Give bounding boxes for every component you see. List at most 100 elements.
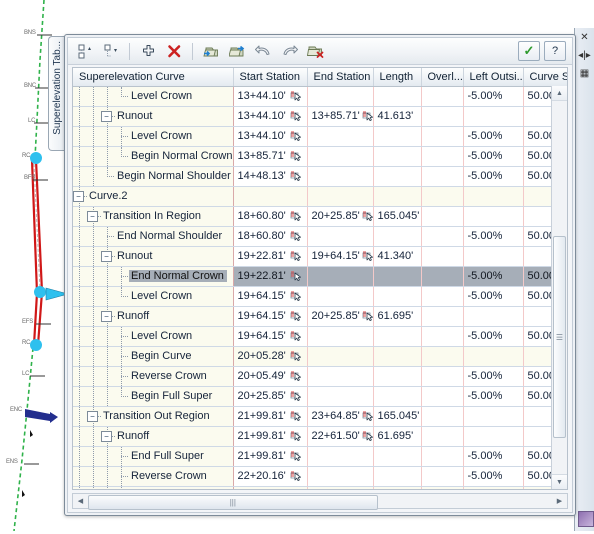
cell-curve-name[interactable]: Begin Normal Shoulder [73, 166, 234, 187]
scroll-up-icon[interactable]: ▲ [552, 86, 567, 101]
station-pick-icon[interactable] [290, 230, 303, 242]
station-pick-icon[interactable] [290, 430, 303, 442]
table-row[interactable]: End Normal Crown 19+22.81' -5.00% 50.000 [73, 266, 567, 287]
cell-length[interactable] [373, 166, 422, 187]
cell-overlap[interactable] [421, 306, 464, 327]
cell-curve-name[interactable]: Reverse Crown [73, 366, 234, 387]
cell-left-outside[interactable] [463, 486, 524, 489]
cell-overlap[interactable] [421, 286, 464, 307]
cell-start-station[interactable]: 21+99.81' [233, 406, 308, 427]
restore-icon[interactable]: ▦ [576, 65, 594, 82]
cell-end-station[interactable]: 20+25.85' [307, 206, 374, 227]
cell-length[interactable] [373, 346, 422, 367]
cell-length[interactable] [373, 366, 422, 387]
undo-button[interactable] [250, 39, 276, 63]
cell-end-station[interactable] [307, 486, 374, 489]
cell-start-station[interactable]: 19+64.15' [233, 286, 308, 307]
cell-start-station[interactable]: 22+20.16' [233, 466, 308, 487]
station-pick-icon[interactable] [290, 410, 303, 422]
tree-expander-icon[interactable]: − [101, 310, 112, 322]
cell-length[interactable]: 61.695' [373, 306, 422, 327]
cell-left-outside[interactable] [463, 246, 524, 267]
station-pick-icon[interactable] [290, 390, 303, 402]
cell-length[interactable]: 165.045' [373, 406, 422, 427]
panorama-thumbnail-icon[interactable] [578, 511, 594, 527]
superelevation-grid[interactable]: Superelevation Curve Start Station End S… [72, 67, 568, 490]
cell-left-outside[interactable]: -5.00% [463, 166, 524, 187]
cell-curve-name[interactable]: − Curve.2 [73, 186, 234, 207]
station-pick-icon[interactable] [290, 150, 303, 162]
apply-button[interactable]: ✓ [518, 41, 540, 61]
station-pick-icon[interactable] [290, 450, 303, 462]
cell-overlap[interactable] [421, 346, 464, 367]
panorama-dock-strip[interactable]: ✕ ◂|▸ ▦ Panorama [556, 28, 594, 531]
station-pick-icon[interactable] [290, 250, 303, 262]
cell-left-outside[interactable] [463, 426, 524, 447]
cell-overlap[interactable] [421, 366, 464, 387]
station-pick-icon[interactable] [362, 430, 372, 442]
cell-length[interactable] [373, 126, 422, 147]
cell-curve-name[interactable]: Reverse Crown [73, 466, 234, 487]
cell-start-station[interactable]: 14+48.13' [233, 166, 308, 187]
table-row[interactable]: − Curve.2 [73, 186, 567, 207]
cell-length[interactable] [373, 386, 422, 407]
cell-overlap[interactable] [421, 426, 464, 447]
vscroll-thumb[interactable]: ☰ [553, 236, 566, 438]
table-row[interactable]: End Full Super 21+99.81' -5.00% 50.000 [73, 446, 567, 467]
cell-start-station[interactable]: 22+20.37' [233, 486, 308, 489]
cell-left-outside[interactable] [463, 406, 524, 427]
station-pick-icon[interactable] [290, 90, 303, 102]
cell-overlap[interactable] [421, 386, 464, 407]
grid-horizontal-scrollbar[interactable]: ◀ ||| ▶ [72, 493, 568, 510]
tree-expander-icon[interactable]: − [101, 250, 112, 262]
cell-overlap[interactable] [421, 206, 464, 227]
table-row[interactable]: Begin Normal Shoulder 14+48.13' -5.00% 50.0… [73, 166, 567, 187]
cell-start-station[interactable]: 13+44.10' [233, 126, 308, 147]
cell-overlap[interactable] [421, 86, 464, 107]
station-pick-icon[interactable] [290, 330, 303, 342]
cell-length[interactable]: 41.613' [373, 106, 422, 127]
cell-overlap[interactable] [421, 166, 464, 187]
cell-length[interactable]: 41.340' [373, 246, 422, 267]
cell-end-station[interactable] [307, 126, 374, 147]
tree-expander-icon[interactable]: − [101, 110, 112, 122]
table-row[interactable]: Begin Normal Crown 13+85.71' -5.00% 50.000 [73, 146, 567, 167]
cell-overlap[interactable] [421, 266, 464, 287]
station-pick-icon[interactable] [290, 310, 303, 322]
cell-start-station[interactable]: 13+44.10' [233, 106, 308, 127]
station-pick-icon[interactable] [290, 470, 303, 482]
auto-hide-icon[interactable]: ◂|▸ [576, 47, 594, 64]
cell-start-station[interactable]: 19+22.81' [233, 266, 308, 287]
cell-overlap[interactable] [421, 126, 464, 147]
help-button[interactable]: ? [544, 41, 566, 61]
cell-curve-name[interactable]: End Curve [73, 486, 234, 489]
hscroll-thumb[interactable]: ||| [88, 494, 378, 510]
cell-start-station[interactable]: 19+64.15' [233, 326, 308, 347]
import-data-button[interactable] [198, 39, 224, 63]
col-header-overlap[interactable]: Overl... [421, 68, 464, 87]
cell-left-outside[interactable] [463, 346, 524, 367]
table-row[interactable]: Level Crown 19+64.15' -5.00% 50.000 [73, 286, 567, 307]
cell-end-station[interactable]: 22+61.50' [307, 426, 374, 447]
delete-curve-button[interactable] [161, 39, 187, 63]
cell-overlap[interactable] [421, 406, 464, 427]
table-row[interactable]: Reverse Crown 22+20.16' -5.00% 50.000 [73, 466, 567, 487]
cell-curve-name[interactable]: Level Crown [73, 126, 234, 147]
col-header-length[interactable]: Length [373, 68, 422, 87]
cell-end-station[interactable] [307, 86, 374, 107]
cell-left-outside[interactable]: -5.00% [463, 326, 524, 347]
cell-start-station[interactable]: 21+99.81' [233, 426, 308, 447]
tree-expander-icon[interactable]: − [87, 410, 98, 422]
cell-overlap[interactable] [421, 466, 464, 487]
cell-curve-name[interactable]: − Transition Out Region [73, 406, 234, 427]
redo-button[interactable] [276, 39, 302, 63]
close-icon[interactable]: ✕ [576, 29, 594, 46]
cell-end-station[interactable] [307, 286, 374, 307]
cell-left-outside[interactable]: -5.00% [463, 86, 524, 107]
cell-end-station[interactable] [307, 386, 374, 407]
table-row[interactable]: − Runoff 21+99.81' 22+61.50' 61.695' [73, 426, 567, 447]
col-header-left[interactable]: Left Outsi... [463, 68, 524, 87]
table-row[interactable]: − Transition In Region 18+60.80' 20+25.85' 1… [73, 206, 567, 227]
table-row[interactable]: Level Crown 13+44.10' -5.00% 50.000 [73, 86, 567, 107]
cell-curve-name[interactable]: − Runoff [73, 426, 234, 447]
